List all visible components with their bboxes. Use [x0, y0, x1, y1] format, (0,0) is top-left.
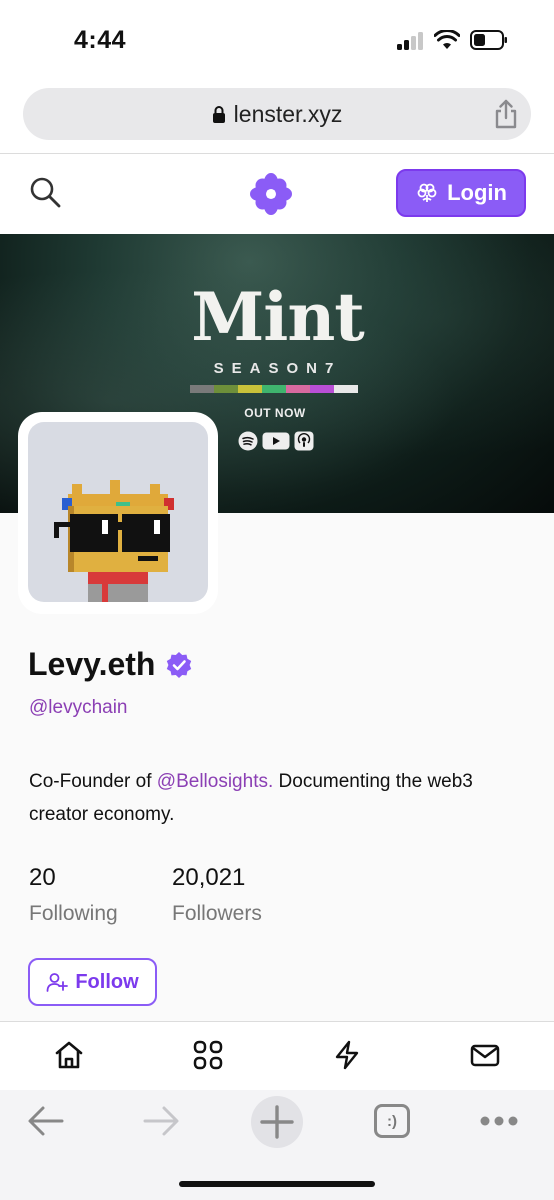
following-stat[interactable]: 20 Following [29, 864, 118, 926]
followers-count: 20,021 [172, 864, 246, 891]
wifi-icon [434, 30, 460, 49]
cover-title: Mint [191, 278, 365, 356]
color-segment [334, 385, 358, 393]
login-label: Login [447, 180, 507, 205]
cover-subtitle: SEASON7 [213, 360, 342, 377]
url-text: lenster.xyz [233, 101, 343, 127]
home-indicator[interactable] [179, 1181, 375, 1187]
login-button[interactable]: Login [396, 169, 526, 217]
color-segment [214, 385, 238, 393]
avatar-image [28, 422, 208, 602]
mail-icon[interactable] [470, 1040, 500, 1070]
bio-mention-link[interactable]: @Bellosights. [157, 771, 273, 792]
color-segment [190, 385, 214, 393]
search-icon[interactable] [28, 175, 62, 209]
status-bar: 4:44 [0, 0, 554, 80]
follow-label: Follow [75, 970, 139, 993]
tabs-glyph: :) [387, 1112, 397, 1130]
followers-label: Followers [172, 902, 262, 925]
back-arrow-icon[interactable] [27, 1104, 65, 1138]
color-segment [262, 385, 286, 393]
cover-platform-icons [238, 430, 318, 452]
home-icon[interactable] [54, 1040, 84, 1070]
status-time: 4:44 [74, 26, 127, 54]
color-segment [286, 385, 310, 393]
color-segment [238, 385, 262, 393]
youtube-icon [262, 432, 290, 450]
grid-icon[interactable] [193, 1040, 223, 1070]
lock-icon [212, 106, 225, 123]
cover-color-bar [190, 385, 358, 393]
profile-display-name: Levy.eth [28, 646, 193, 683]
spotify-icon [238, 431, 258, 451]
lightning-icon[interactable] [332, 1040, 362, 1070]
followers-stat[interactable]: 20,021 Followers [172, 864, 262, 926]
display-name-text: Levy.eth [28, 646, 156, 682]
podcasts-icon [294, 431, 314, 451]
bio-text-start: Co-Founder of [29, 771, 157, 792]
profile-handle[interactable]: @levychain [29, 697, 128, 719]
pixel-king-avatar-icon [54, 480, 174, 602]
lenster-logo-icon[interactable] [249, 172, 293, 216]
browser-divider [0, 153, 554, 154]
new-tab-plus-icon[interactable] [250, 1095, 304, 1149]
more-options-icon[interactable] [479, 1114, 519, 1128]
cellular-signal-icon [397, 32, 425, 50]
profile-bio: Co-Founder of @Bellosights. Documenting … [29, 765, 529, 831]
url-display[interactable]: lenster.xyz [23, 101, 531, 128]
following-count: 20 [29, 864, 56, 891]
color-segment [310, 385, 334, 393]
battery-icon [470, 30, 507, 50]
tabs-button[interactable]: :) [374, 1104, 410, 1138]
add-user-icon [46, 973, 69, 992]
verified-badge-icon [167, 651, 192, 678]
share-icon[interactable] [491, 98, 521, 130]
following-label: Following [29, 902, 118, 925]
profile-avatar[interactable] [18, 412, 218, 614]
login-flower-icon [417, 183, 437, 202]
cover-tagline: OUT NOW [244, 406, 306, 420]
address-bar[interactable]: lenster.xyz [23, 88, 531, 140]
follow-button[interactable]: Follow [28, 958, 157, 1006]
forward-arrow-icon[interactable] [142, 1104, 180, 1138]
